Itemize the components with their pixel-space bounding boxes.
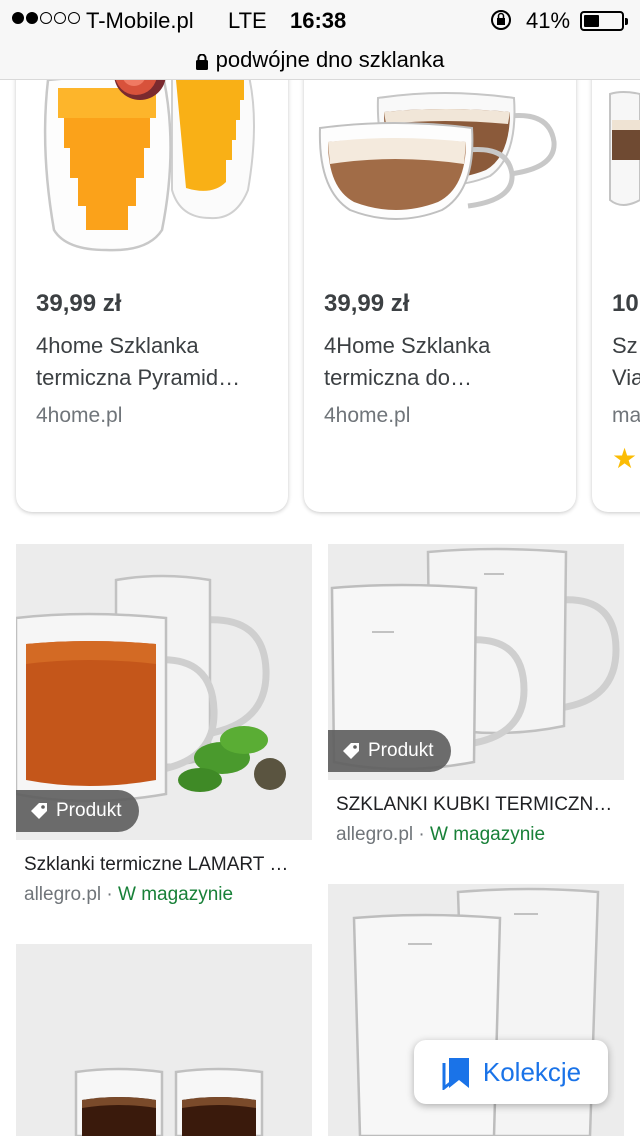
result-title: Szklanki termiczne LAMART … bbox=[24, 854, 289, 875]
meta-separator: · bbox=[413, 824, 430, 845]
product-source: 4home.pl bbox=[36, 404, 123, 427]
clock: 16:38 bbox=[290, 8, 347, 33]
product-image bbox=[592, 80, 640, 275]
search-query: podwójne dno szklanka bbox=[215, 46, 445, 72]
tag-icon bbox=[31, 803, 47, 819]
product-badge: Produkt bbox=[328, 730, 452, 772]
product-card[interactable]: 39,99 zł 4home Szklanka termiczna Pyrami… bbox=[16, 80, 288, 512]
result-title: SZKLANKI KUBKI TERMICZN… bbox=[336, 794, 613, 815]
result-meta: allegro.pl · W magazynie bbox=[24, 884, 233, 906]
battery-percent: 41% bbox=[526, 8, 571, 33]
result-meta: allegro.pl · W magazynie bbox=[336, 824, 545, 846]
image-result[interactable] bbox=[16, 944, 312, 1136]
meta-separator: · bbox=[101, 884, 118, 905]
product-carousel[interactable]: 39,99 zł 4home Szklanka termiczna Pyrami… bbox=[0, 80, 640, 528]
status-bar: T-Mobile.pl LTE 16:38 41% bbox=[0, 0, 640, 40]
lock-icon bbox=[195, 53, 208, 70]
tag-icon bbox=[343, 743, 359, 759]
product-source: ma bbox=[612, 404, 640, 427]
star-icon: ★ bbox=[612, 443, 638, 474]
product-title[interactable]: 4Home Szklanka termiczna do… bbox=[324, 330, 560, 394]
product-price: 39,99 zł bbox=[36, 290, 122, 317]
stock-status: W magazynie bbox=[118, 884, 234, 905]
result-source: allegro.pl bbox=[336, 824, 414, 845]
product-badge: Produkt bbox=[16, 790, 140, 832]
signal-strength-icon bbox=[12, 12, 80, 24]
network-type: LTE bbox=[228, 8, 267, 33]
product-image bbox=[304, 80, 576, 275]
bookmark-icon bbox=[442, 1058, 469, 1090]
product-card[interactable]: 10 Sz Via ma ★ bbox=[592, 80, 640, 512]
result-source: allegro.pl bbox=[24, 884, 102, 905]
product-source: 4home.pl bbox=[324, 404, 411, 427]
rotation-lock-icon bbox=[491, 10, 511, 30]
battery-icon bbox=[580, 11, 628, 31]
stock-status: W magazynie bbox=[430, 824, 546, 845]
collections-label: Kolekcje bbox=[482, 1056, 582, 1087]
product-title[interactable]: 4home Szklanka termiczna Pyramid… bbox=[36, 330, 272, 394]
result-image bbox=[16, 944, 312, 1136]
product-price: 10 bbox=[612, 290, 639, 317]
product-card[interactable]: 39,99 zł 4Home Szklanka termiczna do… 4h… bbox=[304, 80, 576, 512]
url-bar[interactable]: podwójne dno szklanka bbox=[0, 40, 640, 80]
product-title[interactable]: Sz Via bbox=[612, 330, 640, 394]
collections-button[interactable]: Kolekcje bbox=[414, 1040, 608, 1104]
carrier-name: T-Mobile.pl bbox=[86, 8, 194, 33]
badge-label: Produkt bbox=[368, 740, 434, 761]
badge-label: Produkt bbox=[56, 800, 122, 821]
image-result[interactable]: Produkt SZKLANKI KUBKI TERMICZN… allegro… bbox=[328, 544, 624, 850]
image-result[interactable]: Produkt Szklanki termiczne LAMART … alle… bbox=[16, 544, 312, 910]
product-price: 39,99 zł bbox=[324, 290, 410, 317]
product-image bbox=[16, 80, 288, 275]
